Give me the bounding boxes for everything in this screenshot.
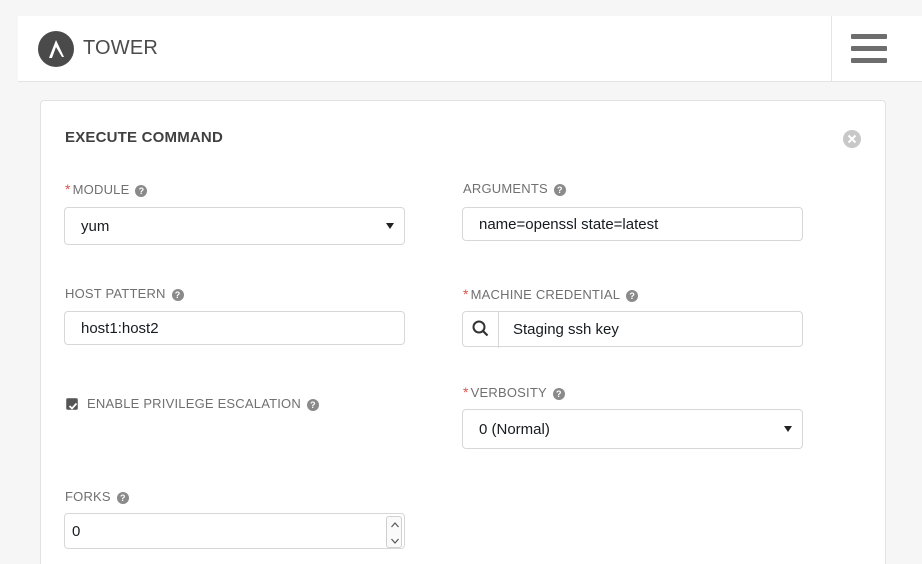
help-icon[interactable]: ? (116, 492, 129, 504)
close-icon[interactable] (842, 129, 862, 149)
required-marker: * (65, 181, 71, 197)
module-select[interactable]: yum (64, 207, 405, 245)
top-header: TOWER (18, 16, 922, 82)
forks-value: 0 (72, 523, 81, 540)
host-pattern-input[interactable]: host1:host2 (64, 311, 405, 345)
verbosity-label: * VERBOSITY? (463, 384, 565, 401)
panel-title: EXECUTE COMMAND (65, 129, 224, 146)
required-marker: * (463, 286, 469, 302)
brand-name[interactable]: TOWER (83, 37, 158, 60)
host-pattern-label: HOST PATTERN? (65, 286, 184, 302)
ansible-logo-icon[interactable] (38, 31, 74, 67)
machine-credential-value: Staging ssh key (513, 321, 619, 338)
machine-credential-lookup[interactable]: Staging ssh key (462, 311, 803, 348)
help-icon[interactable]: ? (552, 388, 565, 400)
arguments-label: ARGUMENTS? (463, 181, 566, 197)
help-icon[interactable]: ? (626, 290, 639, 302)
help-icon[interactable]: ? (135, 185, 148, 197)
app-stage: TOWER EXECUTE COMMAND * MODULE? yum ARGUM… (0, 0, 922, 564)
forks-label: FORKS? (65, 489, 129, 505)
host-pattern-value: host1:host2 (81, 320, 159, 337)
verbosity-select[interactable]: 0 (Normal) (462, 409, 803, 449)
privilege-escalation-label[interactable]: ENABLE PRIVILEGE ESCALATION? (87, 396, 319, 412)
arguments-input[interactable]: name=openssl state=latest (462, 207, 803, 241)
module-label: * MODULE? (65, 181, 148, 198)
chevron-down-icon (386, 223, 394, 229)
help-icon[interactable]: ? (553, 184, 566, 196)
hamburger-menu-icon[interactable] (851, 34, 889, 64)
arguments-value: name=openssl state=latest (479, 216, 659, 233)
required-marker: * (463, 384, 469, 400)
help-icon[interactable]: ? (306, 399, 319, 411)
machine-credential-label: * MACHINE CREDENTIAL? (463, 286, 639, 303)
number-stepper[interactable] (386, 516, 402, 548)
help-icon[interactable]: ? (171, 289, 184, 301)
header-divider (831, 16, 832, 82)
chevron-down-icon (784, 426, 792, 432)
module-value: yum (81, 218, 110, 235)
verbosity-value: 0 (Normal) (479, 421, 550, 438)
execute-command-panel: EXECUTE COMMAND * MODULE? yum ARGUMENTS? … (40, 100, 886, 564)
forks-input[interactable]: 0 (64, 513, 405, 549)
privilege-escalation-checkbox[interactable] (66, 398, 78, 410)
search-icon[interactable] (463, 312, 499, 348)
